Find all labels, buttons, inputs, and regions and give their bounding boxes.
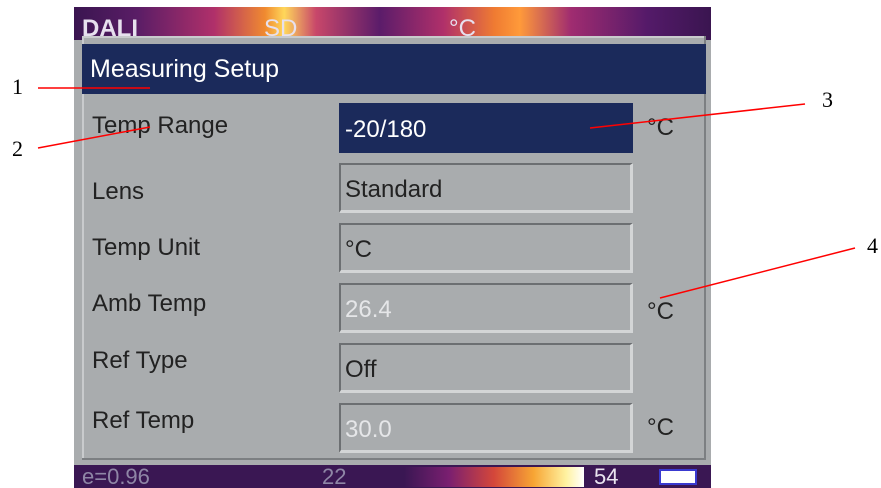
annotation-lines <box>37 87 856 299</box>
callout-line-2 <box>37 126 151 149</box>
callout-line-3 <box>589 103 806 129</box>
callout-line-4 <box>659 247 856 299</box>
